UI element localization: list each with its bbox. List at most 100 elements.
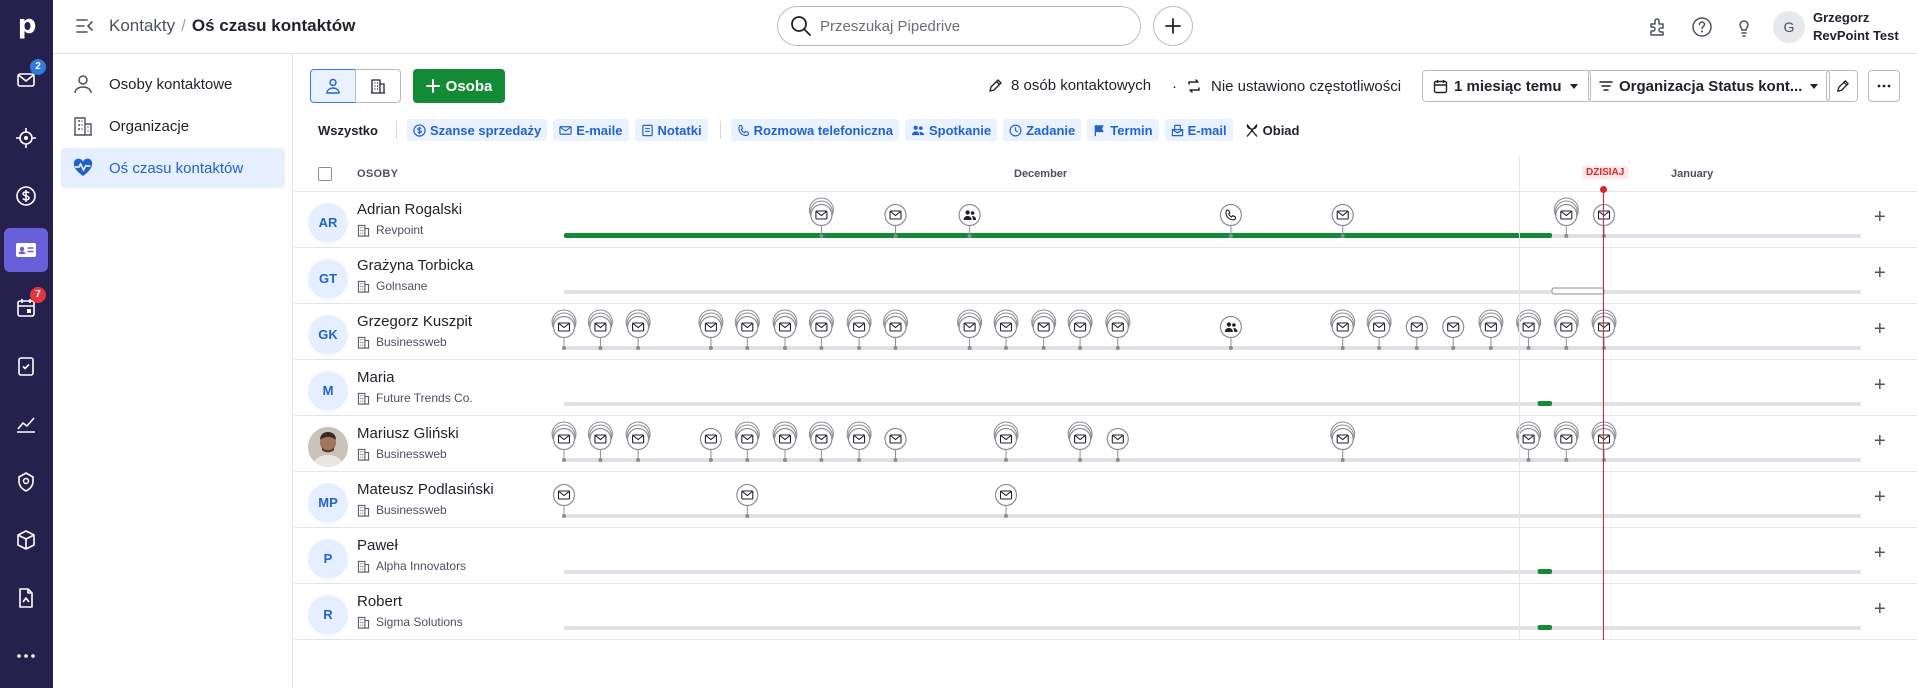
person-name[interactable]: Grzegorz Kuszpit [357, 313, 472, 330]
table-row[interactable]: MP Mateusz Podlasiński Businessweb + [294, 472, 1917, 528]
pipedrive-logo[interactable]: p [12, 10, 42, 40]
avatar[interactable]: M [308, 371, 348, 411]
building-icon [357, 616, 370, 629]
timeline-event-people [1219, 315, 1243, 350]
extensions-puzzle-icon[interactable] [1645, 14, 1671, 40]
edit-filter-button[interactable] [1826, 70, 1858, 102]
filter-chip-phone[interactable]: Rozmowa telefoniczna [730, 119, 899, 141]
filter-chip-clock[interactable]: Zadanie [1003, 119, 1082, 141]
add-person-button[interactable]: Osoba [413, 69, 505, 103]
person-name[interactable]: Grażyna Torbicka [357, 257, 473, 274]
person-organization[interactable]: Alpha Innovators [357, 559, 466, 573]
table-row[interactable]: P Paweł Alpha Innovators + [294, 528, 1917, 584]
person-organization[interactable]: Golnsane [357, 279, 427, 293]
sidebar-item-timeline[interactable]: Oś czasu kontaktów [61, 148, 285, 188]
select-all-checkbox[interactable] [318, 167, 332, 181]
add-activity-icon[interactable]: + [1874, 598, 1886, 620]
quick-add-button[interactable] [1153, 6, 1193, 46]
building-icon [357, 448, 370, 461]
table-row[interactable]: GK Grzegorz Kuszpit Businessweb + [294, 304, 1917, 360]
breadcrumb-contacts-link[interactable]: Kontakty [109, 16, 175, 35]
search-input[interactable] [820, 17, 1120, 35]
user-avatar[interactable]: G [1773, 11, 1805, 43]
timeline-track [564, 402, 1861, 406]
timeline-event-mail [1105, 309, 1131, 350]
user-account-menu[interactable]: Grzegorz RevPoint Test [1813, 9, 1899, 45]
filter-chip-flag[interactable]: Termin [1087, 119, 1159, 141]
table-row[interactable]: R Robert Sigma Solutions + [294, 584, 1917, 640]
person-organization[interactable]: Businessweb [357, 503, 447, 517]
contact-timeline [564, 401, 1861, 406]
rail-item-target[interactable] [4, 116, 48, 160]
table-row[interactable]: M Maria Future Trends Co. + [294, 360, 1917, 416]
filter-all[interactable]: Wszystko [312, 119, 384, 141]
person-organization[interactable]: Businessweb [357, 335, 447, 349]
rail-item-chart-line[interactable] [4, 402, 48, 446]
note-icon [641, 124, 654, 137]
filter-chip-dollar[interactable]: Szanse sprzedaży [406, 119, 548, 141]
rail-item-box[interactable] [4, 518, 48, 562]
table-row[interactable]: Mariusz Gliński Businessweb + [294, 416, 1917, 472]
tips-lightbulb-icon[interactable] [1731, 14, 1757, 40]
people-view-toggle[interactable] [310, 69, 356, 103]
filter-chip-mail-send[interactable]: E-mail [1164, 119, 1233, 141]
timeline-event-mail [772, 309, 798, 350]
collapse-menu-icon[interactable] [75, 16, 95, 36]
more-options-button[interactable] [1868, 70, 1900, 102]
organizations-view-toggle[interactable] [355, 69, 401, 103]
timeline-event-mail [993, 421, 1019, 462]
avatar[interactable]: GT [308, 259, 348, 299]
add-activity-icon[interactable]: + [1874, 486, 1886, 508]
rail-item-clipboard-check[interactable] [4, 344, 48, 388]
avatar[interactable]: AR [308, 203, 348, 243]
person-name[interactable]: Robert [357, 593, 402, 610]
rail-item-mail[interactable]: 2 [4, 58, 48, 102]
add-activity-icon[interactable]: + [1874, 318, 1886, 340]
person-organization[interactable]: Businessweb [357, 447, 447, 461]
sidebar-item-people[interactable]: Osoby kontaktowe [61, 64, 285, 104]
filter-chip-people[interactable]: Spotkanie [904, 119, 998, 141]
breadcrumb-separator: / [181, 16, 186, 35]
filter-chip-cutlery[interactable]: Obiad [1239, 119, 1306, 141]
person-organization[interactable]: Revpoint [357, 223, 423, 237]
filter-chip-note[interactable]: Notatki [634, 119, 708, 141]
global-search[interactable] [777, 6, 1141, 46]
avatar[interactable]: GK [308, 315, 348, 355]
person-name[interactable]: Adrian Rogalski [357, 201, 462, 218]
avatar[interactable]: P [308, 539, 348, 579]
divider [719, 121, 721, 139]
notification-badge: 2 [30, 59, 46, 75]
add-activity-icon[interactable]: + [1874, 374, 1886, 396]
sidebar-item-organizations[interactable]: Organizacje [61, 106, 285, 146]
period-dropdown[interactable]: 1 miesiąc temu [1422, 70, 1591, 102]
filter-chip-mail[interactable]: E-maile [553, 119, 629, 141]
rail-item-contacts-card[interactable] [4, 228, 48, 272]
avatar[interactable] [308, 427, 348, 467]
avatar[interactable]: MP [308, 483, 348, 523]
person-organization[interactable]: Sigma Solutions [357, 615, 463, 629]
contacts-count-edit[interactable]: 8 osób kontaktowych [987, 77, 1151, 94]
help-icon[interactable] [1689, 14, 1715, 40]
building-icon [357, 560, 370, 573]
rail-item-calendar[interactable]: 7 [4, 286, 48, 330]
person-organization[interactable]: Future Trends Co. [357, 391, 473, 405]
frequency-setting[interactable]: · Nie ustawiono częstotliwości [1172, 77, 1401, 95]
timeline-track [564, 290, 1861, 294]
add-activity-icon[interactable]: + [1874, 430, 1886, 452]
filter-dropdown[interactable]: Organizacja Status kont... [1588, 70, 1830, 102]
person-name[interactable]: Mariusz Gliński [357, 425, 459, 442]
add-activity-icon[interactable]: + [1874, 542, 1886, 564]
person-name[interactable]: Mateusz Podlasiński [357, 481, 494, 498]
rail-item-documents[interactable] [4, 576, 48, 620]
add-activity-icon[interactable]: + [1874, 262, 1886, 284]
rail-item-more[interactable] [4, 634, 48, 678]
table-row[interactable]: AR Adrian Rogalski Revpoint + [294, 192, 1917, 248]
add-activity-icon[interactable]: + [1874, 206, 1886, 228]
person-name[interactable]: Maria [357, 369, 395, 386]
timeline-event-mail [883, 309, 908, 350]
avatar[interactable]: R [308, 595, 348, 635]
table-row[interactable]: GT Grażyna Torbicka Golnsane + [294, 248, 1917, 304]
rail-item-campaigns[interactable] [4, 460, 48, 504]
person-name[interactable]: Paweł [357, 537, 398, 554]
rail-item-dollar[interactable] [4, 174, 48, 218]
